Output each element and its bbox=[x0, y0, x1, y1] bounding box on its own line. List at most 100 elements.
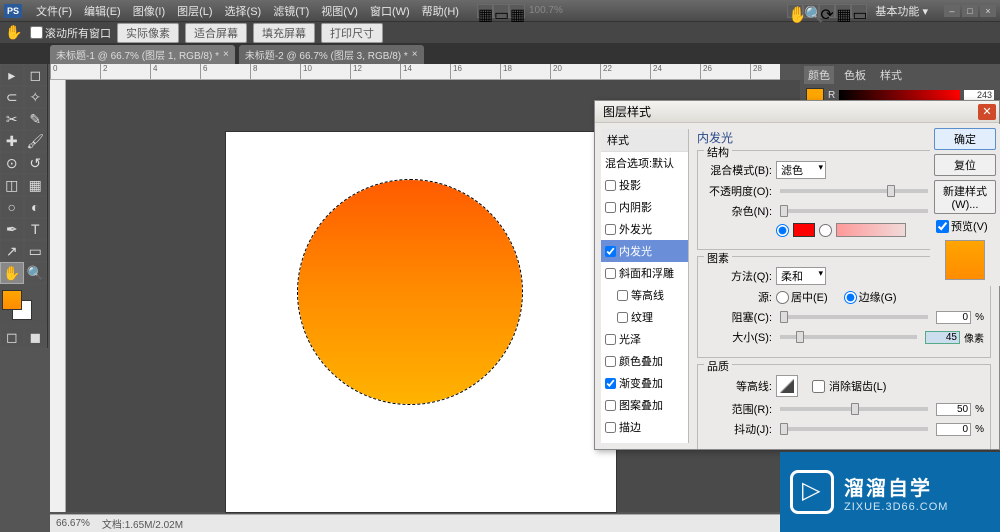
arrange-icon[interactable]: ▦ bbox=[835, 4, 851, 18]
texture-item[interactable]: 纹理 bbox=[601, 306, 688, 328]
outer-glow-item[interactable]: 外发光 bbox=[601, 218, 688, 240]
status-docsize[interactable]: 文档:1.65M/2.02M bbox=[102, 516, 183, 531]
bridge-icon[interactable]: ▦ bbox=[477, 4, 493, 18]
menu-view[interactable]: 视图(V) bbox=[315, 3, 364, 19]
eraser-tool[interactable]: ◫ bbox=[0, 174, 24, 196]
zoom-tool[interactable]: 🔍 bbox=[24, 262, 48, 284]
size-slider[interactable] bbox=[780, 335, 917, 339]
r-value[interactable]: 243 bbox=[964, 90, 994, 100]
choke-input[interactable]: 0 bbox=[936, 311, 971, 324]
gradient-tool[interactable]: ▦ bbox=[24, 174, 48, 196]
fit-screen-btn[interactable]: 适合屏幕 bbox=[185, 23, 247, 43]
fill-screen-btn[interactable]: 填充屏幕 bbox=[253, 23, 315, 43]
path-tool[interactable]: ↗ bbox=[0, 240, 24, 262]
close-btn[interactable]: × bbox=[980, 5, 996, 17]
print-size-btn[interactable]: 打印尺寸 bbox=[321, 23, 383, 43]
edit-standard-mode[interactable]: ◻ bbox=[0, 326, 24, 348]
canvas[interactable] bbox=[226, 132, 616, 512]
close-icon[interactable]: × bbox=[412, 49, 418, 60]
maximize-btn[interactable]: □ bbox=[962, 5, 978, 17]
size-input[interactable]: 45 bbox=[925, 331, 960, 344]
foreground-color[interactable] bbox=[2, 290, 22, 310]
rotate-icon[interactable]: ⟳ bbox=[819, 4, 835, 18]
close-icon[interactable]: × bbox=[223, 49, 229, 60]
drop-shadow-item[interactable]: 投影 bbox=[601, 174, 688, 196]
brush-tool[interactable]: 🖌 bbox=[24, 130, 48, 152]
hand-tool[interactable]: ✋ bbox=[0, 262, 24, 284]
workspace-dropdown[interactable]: 基本功能 ▾ bbox=[867, 3, 936, 19]
eyedropper-tool[interactable]: ✎ bbox=[24, 108, 48, 130]
marquee-tool[interactable]: ◻ bbox=[24, 64, 48, 86]
heal-tool[interactable]: ✚ bbox=[0, 130, 24, 152]
pen-tool[interactable]: ✒ bbox=[0, 218, 24, 240]
zoom-icon[interactable]: 🔍 bbox=[803, 4, 819, 18]
blend-mode-select[interactable]: 滤色 bbox=[776, 161, 826, 179]
hand-tool-icon[interactable]: ✋ bbox=[4, 24, 24, 42]
doc-tab-1[interactable]: 未标题-1 @ 66.7% (图层 1, RGB/8) *× bbox=[50, 45, 235, 64]
shape-tool[interactable]: ▭ bbox=[24, 240, 48, 262]
technique-select[interactable]: 柔和 bbox=[776, 267, 826, 285]
preview-checkbox[interactable] bbox=[936, 220, 949, 233]
color-overlay-item[interactable]: 颜色叠加 bbox=[601, 350, 688, 372]
blur-tool[interactable]: ○ bbox=[0, 196, 24, 218]
doc-tab-2[interactable]: 未标题-2 @ 66.7% (图层 3, RGB/8) *× bbox=[239, 45, 424, 64]
jitter-slider[interactable] bbox=[780, 427, 928, 431]
source-center-radio[interactable]: 居中(E) bbox=[776, 289, 828, 305]
menu-layer[interactable]: 图层(L) bbox=[171, 3, 218, 19]
jitter-input[interactable]: 0 bbox=[936, 423, 971, 436]
move-tool[interactable]: ▸ bbox=[0, 64, 24, 86]
satin-item[interactable]: 光泽 bbox=[601, 328, 688, 350]
dodge-tool[interactable]: ◐ bbox=[24, 196, 48, 218]
menu-edit[interactable]: 编辑(E) bbox=[78, 3, 127, 19]
gradient-overlay-item[interactable]: 渐变叠加 bbox=[601, 372, 688, 394]
tab-swatches[interactable]: 色板 bbox=[840, 66, 870, 84]
new-style-button[interactable]: 新建样式(W)... bbox=[934, 180, 996, 214]
menu-file[interactable]: 文件(F) bbox=[30, 3, 78, 19]
menu-window[interactable]: 窗口(W) bbox=[364, 3, 416, 19]
actual-pixels-btn[interactable]: 实际像素 bbox=[117, 23, 179, 43]
contour-item[interactable]: 等高线 bbox=[601, 284, 688, 306]
glow-color-chip[interactable] bbox=[793, 223, 815, 237]
stroke-item[interactable]: 描边 bbox=[601, 416, 688, 438]
history-brush-tool[interactable]: ↺ bbox=[24, 152, 48, 174]
glow-color-radio[interactable] bbox=[776, 224, 789, 237]
antialias-checkbox[interactable] bbox=[812, 380, 825, 393]
minimize-btn[interactable]: – bbox=[944, 5, 960, 17]
bevel-item[interactable]: 斜面和浮雕 bbox=[601, 262, 688, 284]
menu-image[interactable]: 图像(I) bbox=[127, 3, 171, 19]
glow-gradient-radio[interactable] bbox=[819, 224, 832, 237]
choke-slider[interactable] bbox=[780, 315, 928, 319]
range-slider[interactable] bbox=[780, 407, 928, 411]
pattern-overlay-item[interactable]: 图案叠加 bbox=[601, 394, 688, 416]
dialog-title-bar[interactable]: 图层样式 bbox=[595, 101, 999, 123]
dialog-close-btn[interactable]: ✕ bbox=[978, 104, 996, 120]
inner-glow-item[interactable]: 内发光 bbox=[601, 240, 688, 262]
type-tool[interactable]: T bbox=[24, 218, 48, 240]
view-extras-icon[interactable]: ▭ bbox=[493, 4, 509, 18]
source-edge-radio[interactable]: 边缘(G) bbox=[844, 289, 897, 305]
lasso-tool[interactable]: ⊂ bbox=[0, 86, 24, 108]
noise-slider[interactable] bbox=[780, 209, 928, 213]
cancel-button[interactable]: 复位 bbox=[934, 154, 996, 176]
menu-help[interactable]: 帮助(H) bbox=[416, 3, 465, 19]
screen-mode-icon[interactable]: ▦ bbox=[509, 4, 525, 18]
menu-filter[interactable]: 滤镜(T) bbox=[267, 3, 315, 19]
zoom-display[interactable]: 100.7% bbox=[525, 5, 567, 16]
opacity-slider[interactable] bbox=[780, 189, 928, 193]
ok-button[interactable]: 确定 bbox=[934, 128, 996, 150]
glow-gradient-chip[interactable] bbox=[836, 223, 906, 237]
blend-options-item[interactable]: 混合选项:默认 bbox=[601, 152, 688, 174]
slider-track[interactable] bbox=[839, 90, 960, 100]
scroll-all-checkbox[interactable]: 滚动所有窗口 bbox=[30, 25, 111, 41]
edit-quick-mask[interactable]: ◼ bbox=[24, 326, 48, 348]
range-input[interactable]: 50 bbox=[936, 403, 971, 416]
status-zoom[interactable]: 66.67% bbox=[56, 518, 90, 529]
inner-shadow-item[interactable]: 内阴影 bbox=[601, 196, 688, 218]
screen-icon[interactable]: ▭ bbox=[851, 4, 867, 18]
wand-tool[interactable]: ✧ bbox=[24, 86, 48, 108]
tab-styles[interactable]: 样式 bbox=[876, 66, 906, 84]
tab-color[interactable]: 颜色 bbox=[804, 66, 834, 84]
crop-tool[interactable]: ✂ bbox=[0, 108, 24, 130]
contour-picker[interactable] bbox=[776, 375, 798, 397]
stamp-tool[interactable]: ⊙ bbox=[0, 152, 24, 174]
